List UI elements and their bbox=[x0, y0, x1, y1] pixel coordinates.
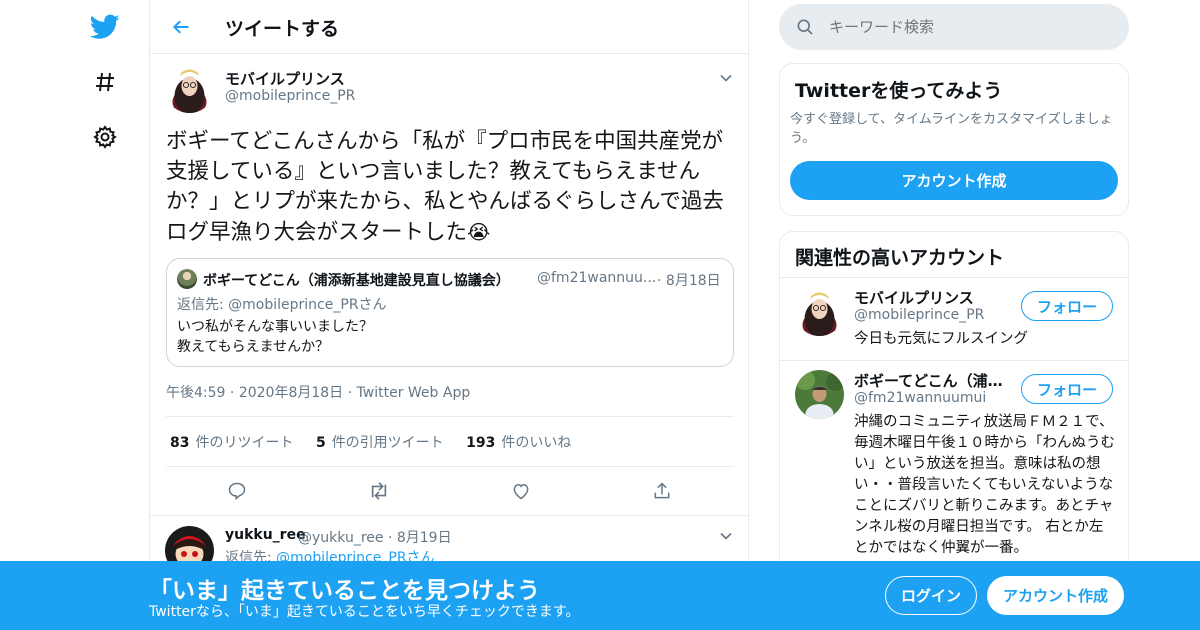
quoted-date: · 8月18日 bbox=[657, 273, 721, 289]
quotes-stat[interactable]: 5 件の引用ツイート bbox=[316, 435, 444, 451]
reply-mention: @mobileprince_PRさん bbox=[228, 297, 387, 313]
signup-banner: 「いま」起きていることを見つけよう Twitterなら、「いま」起きていることを… bbox=[0, 561, 1200, 630]
related-title: 関連性の高いアカウント bbox=[795, 247, 1005, 269]
search-bar bbox=[779, 4, 1129, 50]
banner-subtitle: Twitterなら、「いま」起きていることをいち早くチェックできます。 bbox=[149, 604, 580, 620]
search-input[interactable] bbox=[829, 4, 1109, 50]
follow-button[interactable]: フォロー bbox=[1021, 374, 1113, 404]
tweet-date[interactable]: 2020年8月18日 bbox=[239, 385, 343, 401]
quoted-tweet[interactable]: ボギーてどこん（浦添新基地建設見直し協議会） @fm21wannuu... · … bbox=[166, 258, 734, 367]
retweets-count: 83 bbox=[170, 435, 190, 451]
signup-card: Twitterを使ってみよう 今すぐ登録して、タイムラインをカスタマイズしましょ… bbox=[779, 63, 1129, 216]
page-title: ツイートする bbox=[225, 18, 340, 40]
like-icon[interactable] bbox=[506, 476, 536, 506]
account-handle: @fm21wannuumui bbox=[854, 390, 987, 406]
tweet-meta: 午後4:59 · 2020年8月18日 · Twitter Web App bbox=[166, 385, 471, 401]
tweet-stats: 83 件のリツイート 5 件の引用ツイート 193 件のいいね bbox=[170, 432, 589, 452]
reply-handle-text[interactable]: @yukku_ree bbox=[298, 530, 384, 546]
crying-face-emoji: 😭 bbox=[467, 220, 491, 244]
likes-stat[interactable]: 193 件のいいね bbox=[466, 435, 571, 451]
reply-author-name[interactable]: yukku_ree bbox=[225, 527, 306, 543]
quoted-avatar bbox=[177, 269, 197, 289]
quotes-count: 5 bbox=[315, 435, 326, 451]
signup-button[interactable]: アカウント作成 bbox=[987, 576, 1124, 615]
tweet-text: ボギーてどこんさんから「私が『プロ市民を中国共産党が支援している』といつ言いまし… bbox=[166, 127, 740, 248]
quoted-line-2: 教えてもらえませんか？ bbox=[177, 339, 330, 355]
quoted-reply-to: 返信先: @mobileprince_PRさん bbox=[177, 294, 387, 314]
reply-prefix: 返信先: bbox=[177, 297, 229, 313]
avatar[interactable] bbox=[795, 370, 844, 419]
tweet-text-body: ボギーてどこんさんから「私が『プロ市民を中国共産党が支援している』といつ言いまし… bbox=[166, 129, 724, 245]
reply-date[interactable]: 8月19日 bbox=[397, 530, 452, 546]
author-name[interactable]: モバイルプリンス bbox=[225, 68, 345, 89]
quoted-author-name: ボギーてどこん（浦添新基地建設見直し協議会） bbox=[203, 273, 510, 289]
signup-card-desc: 今すぐ登録して、タイムラインをカスタマイズしましょう。 bbox=[790, 112, 1113, 146]
avatar[interactable] bbox=[795, 287, 844, 336]
author-handle[interactable]: @mobileprince_PR bbox=[225, 88, 355, 104]
chevron-down-icon[interactable] bbox=[716, 526, 736, 546]
tweet-source[interactable]: Twitter Web App bbox=[357, 385, 471, 401]
account-item[interactable]: モバイルプリンス @mobileprince_PR フォロー 今日も元気にフルス… bbox=[780, 277, 1128, 360]
signup-card-title: Twitterを使ってみよう bbox=[795, 80, 1003, 102]
likes-count: 193 bbox=[466, 435, 496, 451]
retweets-stat[interactable]: 83 件のリツイート bbox=[170, 435, 293, 451]
quoted-author-handle: @fm21wannuu... bbox=[537, 270, 657, 286]
share-icon[interactable] bbox=[647, 476, 677, 506]
follow-button[interactable]: フォロー bbox=[1021, 291, 1113, 321]
twitter-bird-icon[interactable] bbox=[90, 12, 120, 42]
divider bbox=[166, 416, 734, 417]
retweets-label: 件のリツイート bbox=[195, 435, 294, 451]
banner-title: 「いま」起きていることを見つけよう bbox=[149, 578, 540, 604]
gear-icon[interactable] bbox=[90, 122, 120, 152]
header: ツイートする bbox=[150, 0, 748, 54]
account-name[interactable]: ボギーてどこん（浦… bbox=[854, 370, 1003, 391]
login-button[interactable]: ログイン bbox=[885, 576, 977, 615]
account-name[interactable]: モバイルプリンス bbox=[854, 287, 974, 308]
quoted-line-1: いつ私がそんな事いいました？ bbox=[177, 319, 373, 335]
quoted-date-text: 8月18日 bbox=[665, 273, 721, 289]
retweet-icon[interactable] bbox=[364, 476, 394, 506]
account-bio: 今日も元気にフルスイング bbox=[854, 331, 1028, 347]
main-column: ツイートする モバイルプリンス @mobileprince_PR ボギーてどこん… bbox=[149, 0, 749, 630]
hashtag-icon[interactable] bbox=[90, 67, 120, 97]
reply-icon[interactable] bbox=[222, 476, 252, 506]
likes-label: 件のいいね bbox=[501, 435, 572, 451]
search-icon bbox=[795, 17, 815, 41]
chevron-down-icon[interactable] bbox=[716, 68, 736, 88]
avatar[interactable] bbox=[165, 64, 214, 113]
tweet-time[interactable]: 午後4:59 bbox=[166, 385, 225, 401]
page: ツイートする モバイルプリンス @mobileprince_PR ボギーてどこん… bbox=[0, 0, 1200, 630]
account-bio: 沖縄のコミュニティ放送局ＦＭ２１で、毎週木曜日午後１０時から「わんぬうむい」とい… bbox=[854, 414, 1115, 556]
quoted-text: いつ私がそんな事いいました？ 教えてもらえませんか？ bbox=[177, 317, 373, 357]
account-handle: @mobileprince_PR bbox=[854, 307, 985, 323]
divider bbox=[166, 466, 734, 467]
tweet-actions bbox=[166, 476, 734, 506]
reply-author-handle: @yukku_ree · 8月19日 bbox=[298, 530, 452, 546]
back-arrow-icon[interactable] bbox=[166, 12, 196, 42]
quotes-label: 件の引用ツイート bbox=[331, 435, 444, 451]
create-account-button[interactable]: アカウント作成 bbox=[790, 161, 1118, 200]
